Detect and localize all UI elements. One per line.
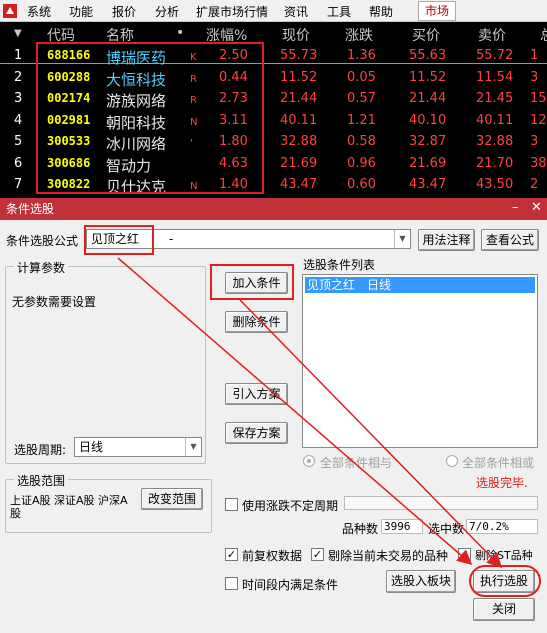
arrow-formula-to-st: [117, 257, 473, 565]
annotation-arrows: [117, 257, 503, 569]
arrow-add-to-execute: [239, 299, 503, 569]
